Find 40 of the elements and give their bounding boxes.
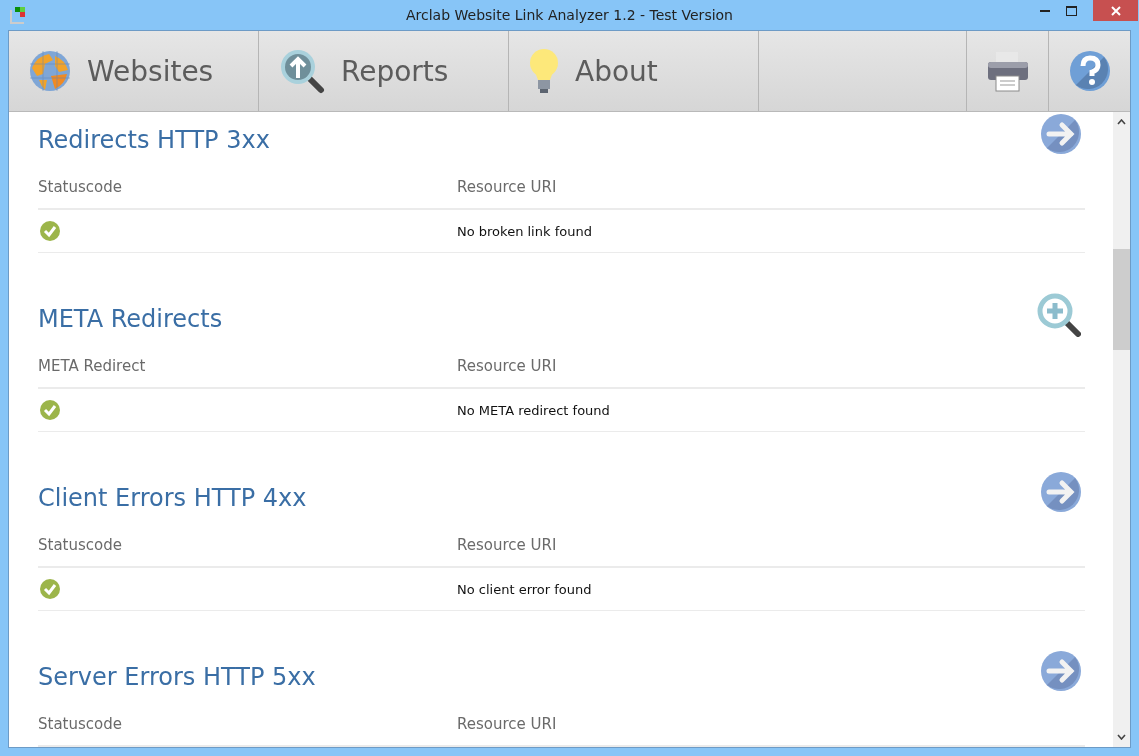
globe-icon [29,50,71,92]
table-cell-text: No META redirect found [457,402,611,418]
column-header: Resource URI [457,714,558,733]
column-header: Resource URI [457,356,558,375]
column-header: Statuscode [38,714,123,733]
help-icon[interactable] [1069,51,1110,91]
check-icon [40,400,60,420]
section-heading: Redirects HTTP 3xx [38,126,270,154]
section-heading: META Redirects [38,305,223,333]
zoom-in-icon[interactable] [1037,293,1081,337]
section-heading: Client Errors HTTP 4xx [38,484,307,512]
column-header: Resource URI [457,535,558,554]
table-cell-text: No client error found [457,581,593,597]
section-heading: Server Errors HTTP 5xx [38,663,316,691]
column-header: META Redirect [38,356,147,375]
column-header: Resource URI [457,177,558,196]
maximize-icon [1066,5,1077,16]
toolbar-tab[interactable]: Reports [259,31,509,111]
close-button[interactable] [1093,0,1138,21]
check-icon [40,579,60,599]
printer-icon[interactable] [986,50,1029,92]
minimize-icon [1039,9,1050,12]
magnifier-icon [279,48,325,94]
scroll-thumb[interactable] [1113,249,1130,350]
table-cell-text: No broken link found [457,223,593,239]
arrow-button-icon[interactable] [1041,472,1081,512]
scrollbar[interactable] [1113,112,1130,747]
app-icon [10,6,28,24]
toolbar-tab[interactable]: About [509,31,759,111]
caret-up-icon [1117,119,1126,125]
caret-down-icon [1117,734,1126,740]
check-icon [40,221,60,241]
arrow-button-icon[interactable] [1041,651,1081,691]
lightbulb-icon [529,48,559,94]
window-title: Arclab Website Link Analyzer 1.2 - Test Version [406,7,733,23]
column-header: Statuscode [38,177,123,196]
toolbar-tab[interactable]: Websites [9,31,259,111]
column-header: Statuscode [38,535,123,554]
close-icon [1110,5,1121,16]
arrow-button-icon[interactable] [1041,114,1081,154]
